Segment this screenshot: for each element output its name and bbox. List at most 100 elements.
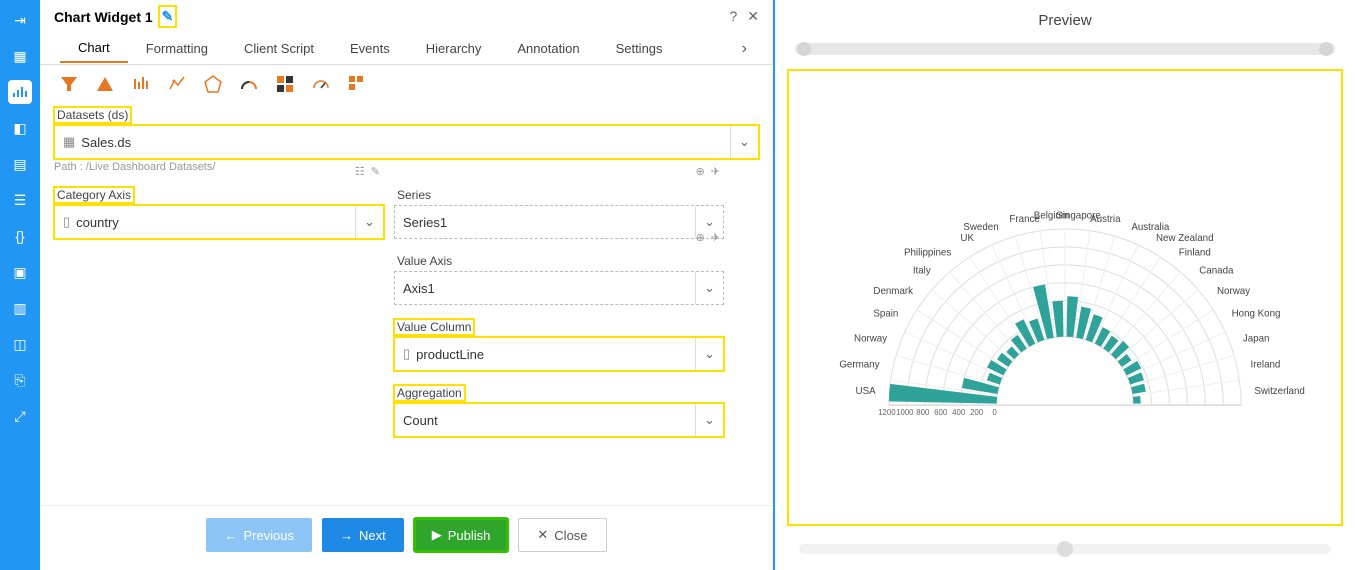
series-label: Series — [394, 187, 434, 203]
svg-text:Austria: Austria — [1090, 214, 1121, 225]
value-column-value: productLine — [416, 347, 484, 362]
tab-chart[interactable]: Chart — [60, 34, 128, 63]
sidebar-item-4[interactable]: ▤ — [8, 152, 32, 176]
slider-handle-right[interactable] — [1319, 42, 1333, 56]
sidebar-import-icon[interactable]: ⇥ — [8, 8, 32, 32]
tab-bar: Chart Formatting Client Script Events Hi… — [40, 33, 773, 65]
svg-text:Sweden: Sweden — [963, 222, 998, 233]
sidebar-item-7[interactable]: ▣ — [8, 260, 32, 284]
sidebar-chart-icon[interactable] — [8, 80, 32, 104]
svg-text:Switzerland: Switzerland — [1254, 386, 1304, 397]
category-axis-dropdown[interactable]: ▯ country ⌄ — [54, 205, 384, 239]
help-icon[interactable]: ? — [729, 8, 737, 25]
sidebar-item-11[interactable]: ⤢ — [8, 404, 32, 428]
series-send-icon[interactable]: ✈ — [711, 165, 720, 178]
category-axis-edit-icon[interactable]: ✎ — [371, 165, 380, 178]
preview-panel: Preview USAGermanyNorwaySpainDenmarkItal… — [775, 0, 1355, 570]
edit-title-icon[interactable]: ✎ — [159, 6, 177, 27]
radial-bar-chart: USAGermanyNorwaySpainDenmarkItalyPhilipp… — [791, 77, 1339, 518]
value-axis-label: Value Axis — [394, 253, 455, 269]
svg-text:Norway: Norway — [1217, 286, 1250, 297]
category-axis-hierarchy-icon[interactable]: ☷ — [355, 165, 365, 178]
chart-type-treemap-icon[interactable] — [276, 75, 294, 93]
svg-text:Norway: Norway — [854, 333, 887, 344]
svg-text:USA: USA — [856, 386, 877, 397]
value-axis-value: Axis1 — [403, 281, 435, 296]
chart-type-funnel-icon[interactable] — [60, 75, 78, 93]
column-icon: ▯ — [403, 346, 410, 362]
tab-formatting[interactable]: Formatting — [128, 35, 226, 62]
datasets-label: Datasets (ds) — [54, 107, 131, 123]
chart-type-gauge-icon[interactable] — [240, 75, 258, 93]
left-sidebar: ⇥ ▦ ◧ ▤ ☰ {} ▣ ▥ ◫ ⎘ ⤢ — [0, 0, 40, 570]
zoom-slider[interactable] — [799, 544, 1331, 554]
series-dropdown[interactable]: Series1 ⌄ — [394, 205, 724, 239]
chart-type-toolbar — [40, 65, 773, 99]
chart-type-candlestick-icon[interactable] — [132, 75, 150, 93]
sidebar-item-5[interactable]: ☰ — [8, 188, 32, 212]
publish-button[interactable]: ▶Publish — [414, 518, 509, 552]
svg-text:Canada: Canada — [1199, 265, 1234, 276]
series-add-icon[interactable]: ⊕ — [696, 165, 705, 178]
value-axis-dropdown[interactable]: Axis1 ⌄ — [394, 271, 724, 305]
svg-text:0: 0 — [992, 408, 997, 417]
chevron-down-icon: ⌄ — [695, 272, 723, 304]
sidebar-item-10[interactable]: ⎘ — [8, 368, 32, 392]
value-axis-send-icon[interactable]: ✈ — [711, 231, 720, 244]
tab-settings[interactable]: Settings — [598, 35, 681, 62]
chart-type-pyramid-icon[interactable] — [96, 75, 114, 93]
svg-text:1000: 1000 — [896, 408, 914, 417]
aggregation-label: Aggregation — [394, 385, 465, 401]
sidebar-item-9[interactable]: ◫ — [8, 332, 32, 356]
sidebar-item-8[interactable]: ▥ — [8, 296, 32, 320]
value-column-dropdown[interactable]: ▯ productLine ⌄ — [394, 337, 724, 371]
sidebar-item-3[interactable]: ◧ — [8, 116, 32, 140]
tab-hierarchy[interactable]: Hierarchy — [408, 35, 500, 62]
editor-panel: Chart Widget 1 ✎ ? ✕ Chart Formatting Cl… — [40, 0, 775, 570]
tab-events[interactable]: Events — [332, 35, 408, 62]
close-icon[interactable]: ✕ — [747, 8, 759, 25]
next-button[interactable]: →Next — [322, 518, 404, 552]
svg-text:Hong Kong: Hong Kong — [1232, 309, 1281, 320]
svg-text:1200: 1200 — [878, 408, 896, 417]
form-area: Datasets (ds) ⟳⌂⊕ ▦ Sales.ds ⌄ Path : /L… — [40, 99, 773, 505]
svg-text:Japan: Japan — [1243, 333, 1270, 344]
sidebar-item-6[interactable]: {} — [8, 224, 32, 248]
chevron-down-icon: ⌄ — [695, 404, 723, 436]
close-button[interactable]: ✕Close — [518, 518, 606, 552]
chart-type-stock-icon[interactable] — [168, 75, 186, 93]
preview-title: Preview — [775, 0, 1355, 37]
time-slider[interactable] — [795, 43, 1335, 55]
datasets-dropdown[interactable]: ▦ Sales.ds ⌄ — [54, 125, 759, 159]
svg-text:200: 200 — [970, 408, 984, 417]
category-axis-label: Category Axis — [54, 187, 134, 203]
zoom-handle[interactable] — [1057, 541, 1073, 557]
arrow-right-icon: → — [340, 528, 353, 543]
svg-text:Spain: Spain — [873, 309, 898, 320]
tab-annotation[interactable]: Annotation — [499, 35, 597, 62]
datasets-value: Sales.ds — [81, 135, 131, 150]
chart-type-radar-icon[interactable] — [204, 75, 222, 93]
aggregation-value: Count — [403, 413, 438, 428]
svg-text:Ireland: Ireland — [1251, 359, 1281, 370]
svg-text:Australia: Australia — [1131, 222, 1170, 233]
svg-text:400: 400 — [952, 408, 966, 417]
tab-client-script[interactable]: Client Script — [226, 35, 332, 62]
svg-text:Italy: Italy — [913, 265, 931, 276]
svg-text:600: 600 — [934, 408, 948, 417]
series-value: Series1 — [403, 215, 447, 230]
chart-type-tiles-icon[interactable] — [348, 75, 366, 93]
sidebar-item-1[interactable]: ▦ — [8, 44, 32, 68]
chevron-down-icon: ⌄ — [730, 126, 758, 158]
value-axis-add-icon[interactable]: ⊕ — [696, 231, 705, 244]
svg-text:Germany: Germany — [839, 359, 879, 370]
slider-handle-left[interactable] — [797, 42, 811, 56]
previous-button[interactable]: ←Previous — [206, 518, 312, 552]
chart-type-speedometer-icon[interactable] — [312, 75, 330, 93]
aggregation-dropdown[interactable]: Count ⌄ — [394, 403, 724, 437]
chevron-down-icon: ⌄ — [355, 206, 383, 238]
wizard-buttons: ←Previous →Next ▶Publish ✕Close — [40, 505, 773, 570]
column-icon: ▯ — [63, 214, 70, 230]
svg-text:UK: UK — [960, 233, 974, 244]
tabs-scroll-right-icon[interactable]: › — [736, 40, 753, 58]
